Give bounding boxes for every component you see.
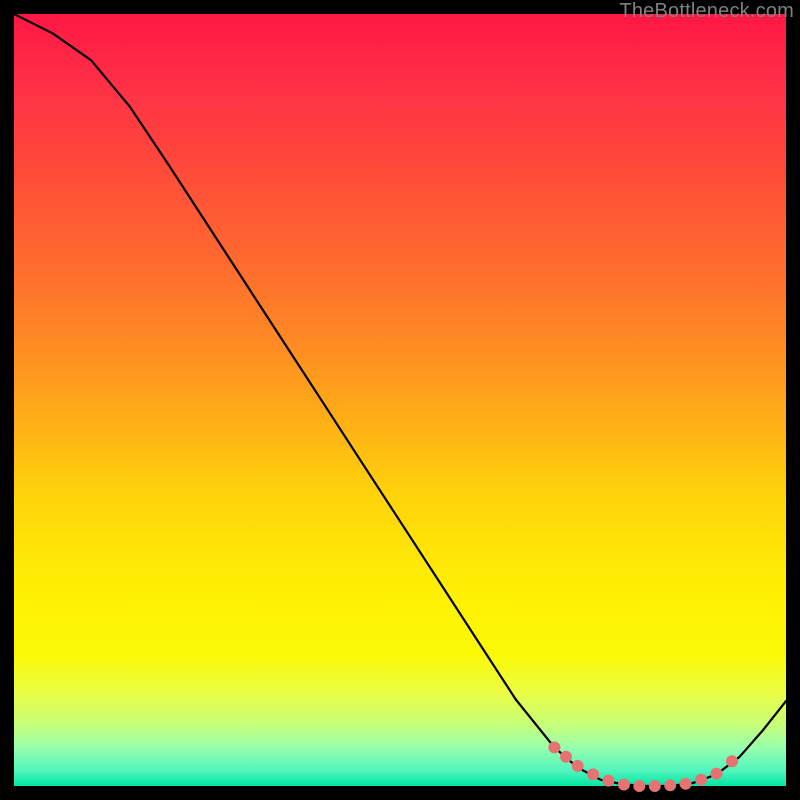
highlight-dots-group <box>548 741 738 792</box>
curve-layer <box>14 14 786 786</box>
highlight-dot <box>664 779 676 791</box>
bottleneck-curve <box>14 14 786 786</box>
highlight-dot <box>711 768 723 780</box>
highlight-dot <box>649 780 661 792</box>
highlight-dot <box>548 741 560 753</box>
highlight-dot <box>560 751 572 763</box>
bottleneck-heatmap-plot <box>14 14 786 786</box>
highlight-dot <box>618 779 630 791</box>
highlight-dot <box>572 760 584 772</box>
highlight-dot <box>726 755 738 767</box>
highlight-dot <box>680 778 692 790</box>
chart-frame: TheBottleneck.com <box>0 0 800 800</box>
highlight-dot <box>633 780 645 792</box>
highlight-dot <box>602 775 614 787</box>
highlight-dot <box>695 774 707 786</box>
watermark-text: TheBottleneck.com <box>619 0 794 23</box>
highlight-dot <box>587 768 599 780</box>
